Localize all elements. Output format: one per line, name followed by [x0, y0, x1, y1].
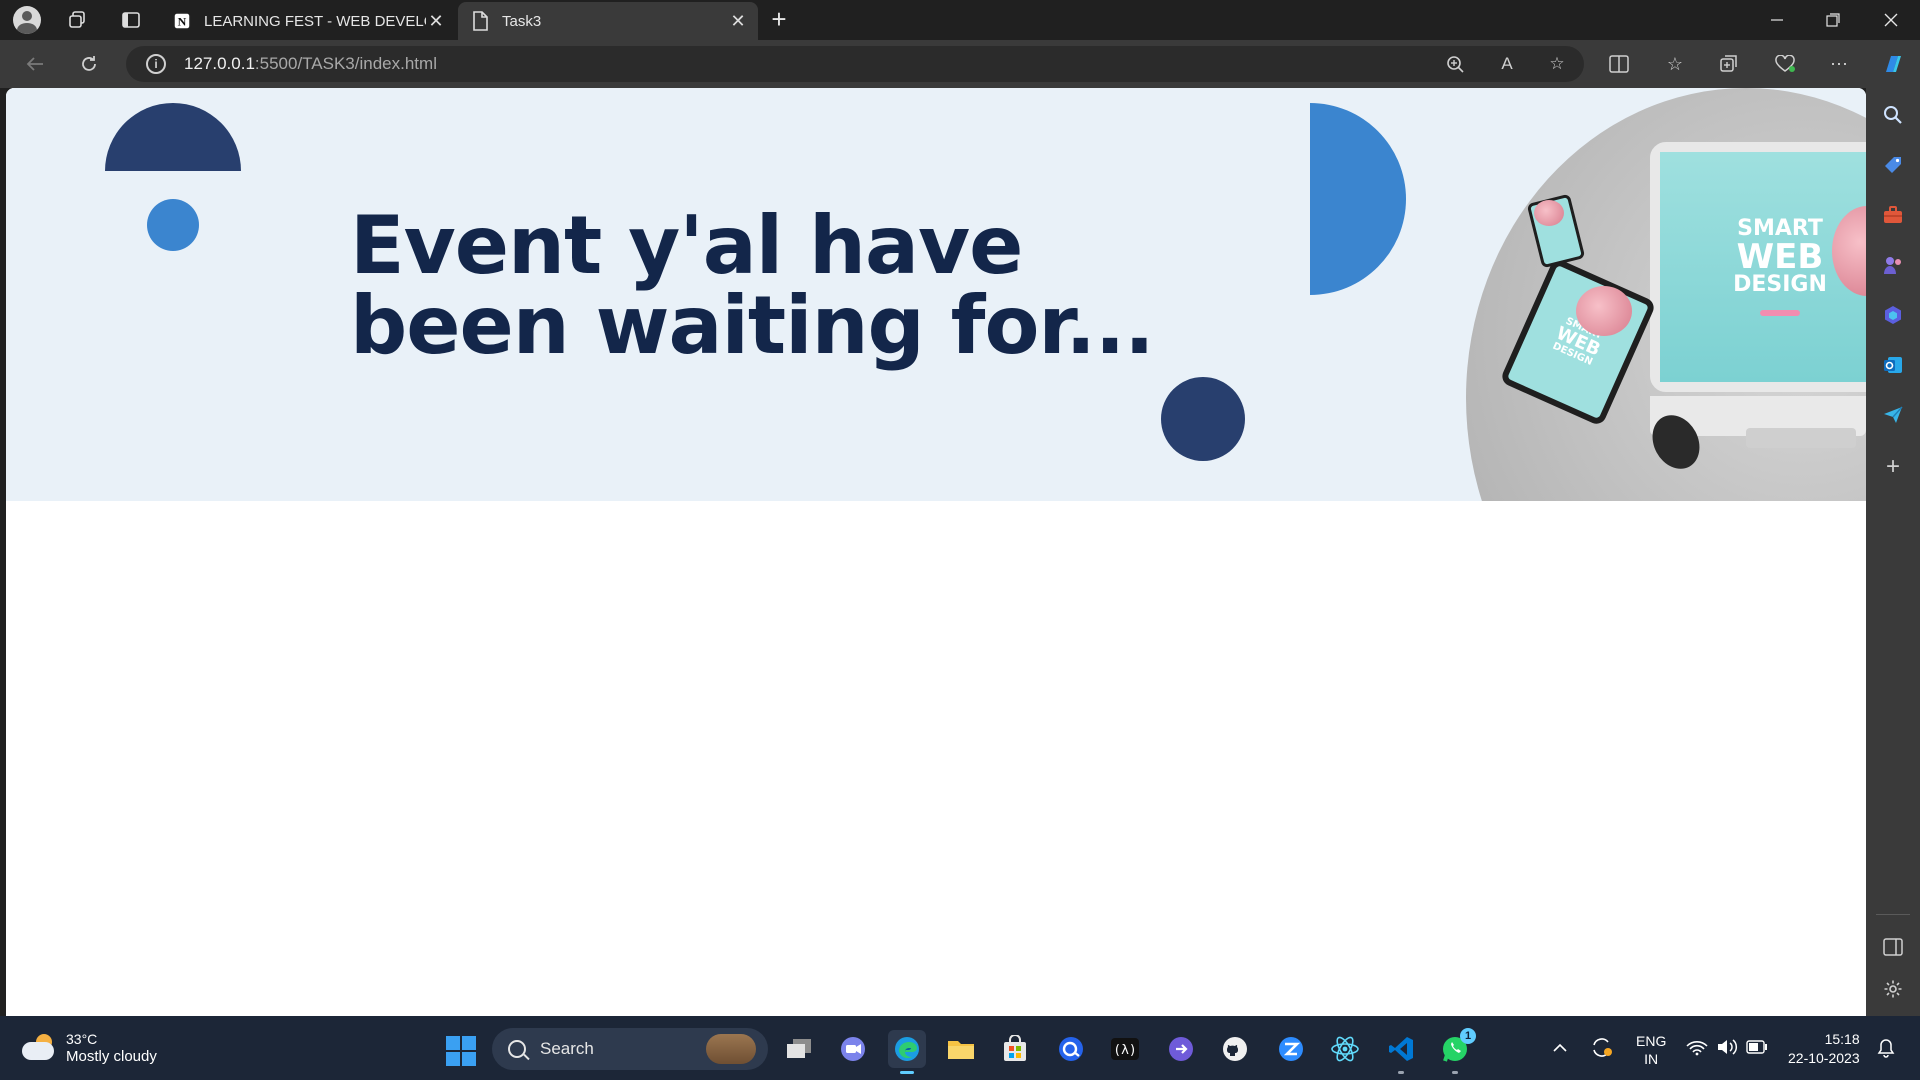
- sync-status-icon[interactable]: [1590, 1036, 1614, 1061]
- page-viewport: Event y'al have been waiting for... SMAR…: [6, 88, 1866, 1016]
- decorative-half-circle-right: [1310, 103, 1406, 295]
- shopping-tag-icon[interactable]: [1880, 152, 1906, 178]
- file-explorer-icon[interactable]: [942, 1030, 980, 1068]
- monitor-text-web: WEB: [1736, 237, 1824, 277]
- discord-app-icon[interactable]: [1162, 1030, 1200, 1068]
- input-language[interactable]: ENG IN: [1636, 1032, 1666, 1068]
- copilot-icon[interactable]: [1876, 48, 1910, 80]
- zoom-app-icon[interactable]: [1272, 1030, 1310, 1068]
- weather-condition: Mostly cloudy: [66, 1048, 157, 1065]
- language-code: ENG: [1636, 1033, 1667, 1049]
- zoom-icon[interactable]: [1442, 52, 1468, 76]
- notion-icon: N: [172, 11, 192, 31]
- hero-headline: Event y'al have been waiting for...: [350, 206, 1170, 366]
- games-icon[interactable]: [1880, 252, 1906, 278]
- weather-temperature: 33°C: [66, 1031, 98, 1047]
- whatsapp-notification-badge: 1: [1460, 1028, 1476, 1044]
- headline-line-1: Event y'al have: [350, 199, 1023, 292]
- microsoft-store-icon[interactable]: [996, 1030, 1034, 1068]
- decorative-half-circle: [105, 103, 241, 171]
- address-bar[interactable]: i 127.0.0.1:5500/TASK3/index.html A ☆: [126, 46, 1584, 82]
- search-icon[interactable]: [1880, 102, 1906, 128]
- brain-illustration: [1576, 286, 1632, 336]
- microsoft-365-icon[interactable]: [1880, 302, 1906, 328]
- windows-taskbar: 33°C Mostly cloudy Search (λ) 1 ENG IN 1…: [0, 1016, 1920, 1080]
- edge-browser-icon[interactable]: [888, 1030, 926, 1074]
- svg-text:N: N: [178, 15, 187, 29]
- region-code: IN: [1644, 1051, 1659, 1067]
- search-icon: [508, 1040, 526, 1058]
- outlook-icon[interactable]: [1880, 352, 1906, 378]
- volume-icon[interactable]: [1716, 1038, 1738, 1059]
- decorative-blue-dot: [147, 199, 199, 251]
- back-arrow-icon[interactable]: [18, 48, 52, 80]
- profile-avatar-icon[interactable]: [12, 6, 42, 34]
- more-options-icon[interactable]: ⋯: [1822, 48, 1856, 80]
- weather-widget[interactable]: 33°C Mostly cloudy: [22, 1030, 157, 1066]
- edge-sidebar: +: [1866, 88, 1920, 1016]
- battery-icon[interactable]: [1746, 1040, 1768, 1057]
- decorative-navy-dot: [1161, 377, 1245, 461]
- collections-icon[interactable]: [1712, 48, 1746, 80]
- show-hidden-icons-chevron-icon[interactable]: [1552, 1040, 1568, 1056]
- windows-start-icon[interactable]: [446, 1036, 476, 1066]
- close-tab-icon[interactable]: ✕: [426, 11, 446, 31]
- page-icon: [470, 11, 490, 31]
- terminal-app-icon[interactable]: (λ): [1106, 1030, 1144, 1068]
- restore-icon[interactable]: [1810, 4, 1856, 36]
- system-clock[interactable]: 15:18 22-10-2023: [1788, 1030, 1860, 1068]
- taskbar-search[interactable]: Search: [492, 1028, 768, 1070]
- teams-chat-icon[interactable]: [834, 1030, 872, 1068]
- hero-section: Event y'al have been waiting for... SMAR…: [6, 88, 1866, 501]
- minimize-icon[interactable]: [1754, 4, 1800, 36]
- svg-text:(λ): (λ): [1113, 1043, 1136, 1058]
- hero-devices-image: SMART WEB DESIGN SMART WEB DESIGN: [1466, 88, 1866, 501]
- browser-tab-bar: N LEARNING FEST - WEB DEVELOPI ✕ Task3 ✕…: [0, 0, 1920, 40]
- search-label: Search: [540, 1039, 594, 1058]
- refresh-icon[interactable]: [72, 48, 106, 80]
- favorite-star-icon[interactable]: ☆: [1544, 52, 1570, 76]
- tab-task3[interactable]: Task3 ✕: [458, 2, 758, 40]
- clock-time: 15:18: [1824, 1031, 1860, 1047]
- vertical-tabs-icon[interactable]: [116, 6, 146, 34]
- split-screen-icon[interactable]: [1602, 48, 1636, 80]
- tab-title: Task3: [502, 12, 542, 30]
- workspaces-icon[interactable]: [62, 6, 92, 34]
- brain-illustration: [1534, 200, 1564, 226]
- tools-icon[interactable]: [1880, 202, 1906, 228]
- vscode-icon[interactable]: [1382, 1030, 1420, 1074]
- tab-learning-fest[interactable]: N LEARNING FEST - WEB DEVELOPI ✕: [160, 2, 456, 40]
- monitor-text-design: DESIGN: [1733, 272, 1827, 297]
- browser-toolbar: i 127.0.0.1:5500/TASK3/index.html A ☆ ☆ …: [0, 40, 1920, 88]
- task-view-icon[interactable]: [780, 1030, 818, 1068]
- browser-essentials-icon[interactable]: [1768, 48, 1802, 80]
- favorites-icon[interactable]: ☆: [1658, 48, 1692, 80]
- whatsapp-icon[interactable]: 1: [1436, 1028, 1476, 1074]
- cloudy-weather-icon: [22, 1034, 56, 1062]
- wifi-icon[interactable]: [1686, 1040, 1708, 1059]
- send-icon[interactable]: [1880, 402, 1906, 428]
- tab-title: LEARNING FEST - WEB DEVELOPI: [204, 12, 426, 30]
- headline-line-2: been waiting for...: [350, 279, 1155, 372]
- new-tab-button[interactable]: +: [764, 6, 794, 34]
- react-icon[interactable]: [1326, 1030, 1364, 1068]
- address-url[interactable]: 127.0.0.1:5500/TASK3/index.html: [184, 54, 437, 74]
- close-tab-icon[interactable]: ✕: [728, 11, 748, 31]
- settings-gear-icon[interactable]: [1880, 976, 1906, 1002]
- notifications-bell-icon[interactable]: [1876, 1038, 1896, 1061]
- cortana-icon[interactable]: [1052, 1030, 1090, 1068]
- hide-sidebar-icon[interactable]: [1880, 934, 1906, 960]
- site-info-icon[interactable]: i: [146, 54, 166, 74]
- github-icon[interactable]: [1216, 1030, 1254, 1068]
- search-highlight-image: [706, 1034, 756, 1064]
- read-aloud-icon[interactable]: A: [1494, 52, 1520, 76]
- clock-date: 22-10-2023: [1788, 1050, 1860, 1066]
- close-window-icon[interactable]: [1868, 4, 1914, 36]
- add-icon[interactable]: +: [1880, 453, 1906, 480]
